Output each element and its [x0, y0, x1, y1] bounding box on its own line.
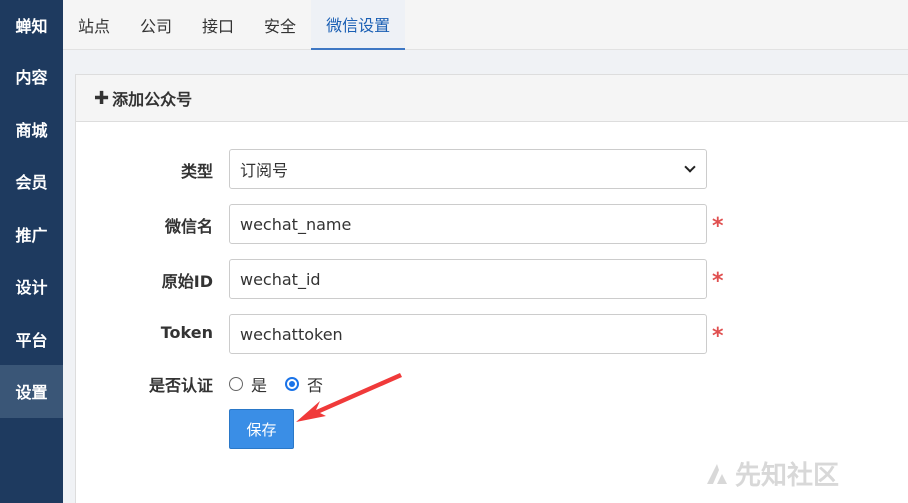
required-mark: *	[712, 214, 724, 239]
required-mark: *	[712, 269, 724, 294]
sidebar: 蝉知 内容 商城 会员 推广 设计 平台 设置	[0, 0, 63, 503]
tab-wechat-settings[interactable]: 微信设置	[311, 0, 406, 50]
sidebar-item-settings[interactable]: 设置	[0, 365, 63, 418]
tab-site[interactable]: 站点	[63, 0, 125, 50]
save-button[interactable]: 保存	[229, 409, 294, 449]
sidebar-item-members[interactable]: 会员	[0, 155, 63, 208]
wechat-name-label: 微信名	[164, 217, 213, 236]
certified-label: 是否认证	[148, 376, 213, 395]
token-label: Token	[160, 323, 213, 342]
sidebar-item-design[interactable]: 设计	[0, 260, 63, 313]
wechat-name-input[interactable]: wechat_name	[229, 204, 707, 244]
watermark: 先知社区	[705, 455, 839, 492]
plus-icon: ✚	[94, 87, 110, 109]
sidebar-item-platform[interactable]: 平台	[0, 313, 63, 366]
add-account-panel: ✚ 添加公众号 类型 订阅号 微信名 wechat_name * 原始ID we…	[75, 74, 908, 503]
sidebar-item-content[interactable]: 内容	[0, 50, 63, 103]
tab-interface[interactable]: 接口	[187, 0, 249, 50]
annotation-arrow-icon	[296, 373, 402, 422]
certified-yes-radio[interactable]	[229, 377, 243, 391]
token-input[interactable]: wechattoken	[229, 314, 707, 354]
panel-title: 添加公众号	[112, 90, 193, 109]
tab-company[interactable]: 公司	[125, 0, 187, 50]
watermark-logo-icon	[707, 463, 727, 484]
type-select-value: 订阅号	[240, 161, 289, 180]
panel-header: ✚ 添加公众号	[76, 75, 908, 122]
chevron-down-icon	[684, 161, 696, 173]
settings-tabs: 站点 公司 接口 安全 微信设置	[63, 0, 908, 50]
brand-logo[interactable]: 蝉知	[0, 0, 63, 50]
type-select[interactable]: 订阅号	[229, 149, 707, 189]
required-mark: *	[712, 324, 724, 349]
sidebar-item-shop[interactable]: 商城	[0, 103, 63, 156]
type-label: 类型	[180, 162, 213, 181]
tab-security[interactable]: 安全	[249, 0, 311, 50]
sidebar-item-promotion[interactable]: 推广	[0, 208, 63, 261]
watermark-text: 先知社区	[735, 461, 840, 491]
certified-yes-label[interactable]: 是	[251, 372, 267, 396]
original-id-input[interactable]: wechat_id	[229, 259, 707, 299]
original-id-label: 原始ID	[161, 272, 213, 291]
